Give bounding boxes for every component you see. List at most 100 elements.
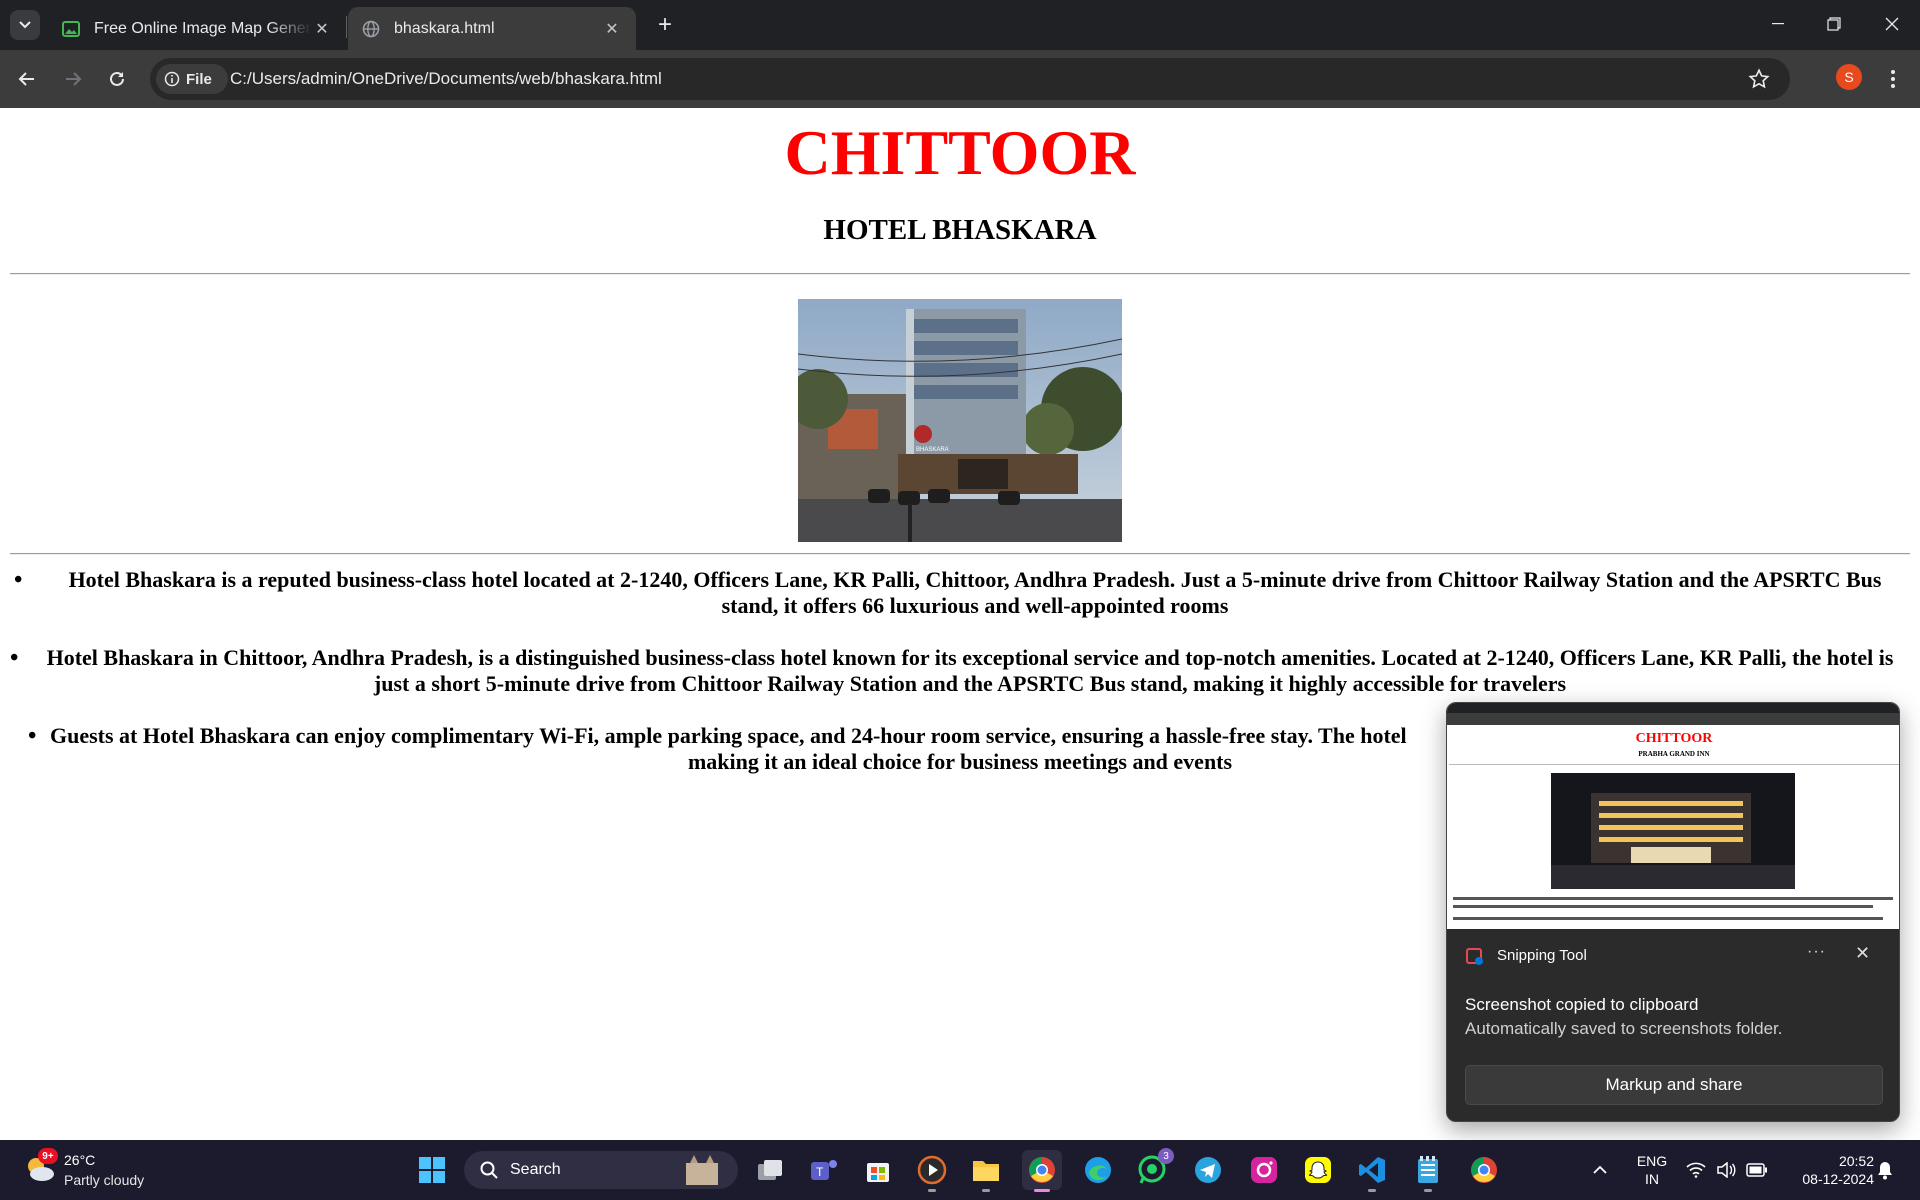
list-item: Hotel Bhaskara in Chittoor, Andhra Prade… — [10, 645, 1910, 697]
snapchat-button[interactable] — [1298, 1150, 1338, 1190]
battery-icon[interactable] — [1746, 1163, 1768, 1177]
notification-body: Automatically saved to screenshots folde… — [1465, 1019, 1783, 1038]
chevron-down-icon — [19, 21, 31, 29]
wifi-icon[interactable] — [1686, 1162, 1706, 1178]
info-icon — [164, 71, 180, 87]
bullet-text: Hotel Bhaskara is a reputed business-cla… — [68, 567, 1882, 618]
telegram-button[interactable] — [1188, 1150, 1228, 1190]
weather-temp: 26°C — [64, 1152, 96, 1168]
weather-widget[interactable]: 9+ 26°C Partly cloudy — [18, 1148, 198, 1192]
close-icon — [1885, 17, 1899, 31]
arrow-right-icon — [66, 72, 82, 86]
snipping-tool-icon — [1466, 948, 1483, 965]
hotel-photo: BHASKARA — [798, 299, 1122, 542]
media-player-button[interactable] — [912, 1150, 952, 1192]
instagram-icon — [1251, 1157, 1277, 1183]
whatsapp-badge: 3 — [1158, 1148, 1174, 1164]
reload-button[interactable] — [100, 62, 134, 96]
divider-bottom — [10, 553, 1910, 555]
tab-search-button[interactable] — [10, 10, 40, 40]
minimize-button[interactable] — [1750, 0, 1806, 48]
instagram-button[interactable] — [1244, 1150, 1284, 1190]
bullet-text: Hotel Bhaskara in Chittoor, Andhra Prade… — [46, 645, 1894, 696]
svg-text:T: T — [816, 1165, 824, 1179]
image-favicon-icon — [62, 20, 80, 37]
chrome-profile-button[interactable] — [1464, 1150, 1504, 1190]
chrome-icon — [1471, 1157, 1497, 1183]
search-icon — [480, 1161, 498, 1179]
taskbar-search[interactable]: Search — [464, 1151, 738, 1189]
notepad-button[interactable] — [1408, 1150, 1448, 1192]
close-window-button[interactable] — [1864, 0, 1920, 48]
windows-taskbar: 9+ 26°C Partly cloudy Search T 3 ENG IN … — [0, 1140, 1920, 1200]
windows-logo-icon — [419, 1157, 445, 1183]
restore-icon — [1827, 17, 1841, 31]
tab-strip: Free Online Image Map Genera ✕ bhaskara.… — [0, 0, 1920, 50]
thumbnail-heading: PRABHA GRAND INN — [1638, 750, 1710, 758]
clock-time: 20:52 — [1838, 1153, 1874, 1169]
chrome-button[interactable] — [1022, 1150, 1062, 1192]
whatsapp-button[interactable]: 3 — [1132, 1148, 1174, 1190]
file-explorer-button[interactable] — [966, 1150, 1006, 1192]
vscode-button[interactable] — [1352, 1150, 1392, 1192]
edge-button[interactable] — [1078, 1150, 1118, 1190]
close-icon[interactable]: ✕ — [312, 19, 332, 39]
browser-toolbar: File C:/Users/admin/OneDrive/Documents/w… — [0, 50, 1920, 108]
media-player-icon — [917, 1155, 947, 1185]
tab-bhaskara[interactable]: bhaskara.html ✕ — [348, 7, 636, 50]
folder-icon — [973, 1161, 999, 1181]
tab-image-map-generator[interactable]: Free Online Image Map Genera ✕ — [48, 7, 346, 50]
search-highlight-icon — [686, 1155, 718, 1185]
start-button[interactable] — [412, 1150, 452, 1190]
arrow-left-icon — [18, 72, 34, 86]
profile-avatar[interactable]: S — [1836, 64, 1862, 90]
bookmark-star-icon[interactable] — [1748, 68, 1770, 90]
search-label: Search — [510, 1161, 561, 1178]
notification-bell-icon[interactable] — [1876, 1160, 1894, 1180]
tab-title: bhaskara.html — [394, 19, 495, 37]
more-options-button[interactable]: ··· — [1807, 943, 1826, 961]
divider-top — [10, 273, 1910, 275]
browser-menu-button[interactable] — [1880, 64, 1906, 94]
microsoft-store-icon — [867, 1163, 889, 1182]
edge-icon — [1085, 1157, 1111, 1183]
volume-icon[interactable] — [1716, 1162, 1736, 1178]
show-hidden-icons-button[interactable] — [1582, 1150, 1618, 1190]
forward-button[interactable] — [56, 62, 90, 96]
notepad-icon — [1418, 1156, 1438, 1183]
thumbnail-title: CHITTOOR — [1635, 731, 1713, 746]
back-button[interactable] — [10, 62, 44, 96]
screenshot-thumbnail[interactable]: CHITTOOR PRABHA GRAND INN — [1447, 703, 1899, 929]
new-tab-button[interactable]: + — [650, 10, 680, 40]
snapchat-icon — [1305, 1157, 1331, 1183]
chrome-icon — [1029, 1157, 1055, 1183]
hotel-heading: HOTEL BHASKARA — [823, 214, 1097, 246]
teams-button[interactable]: T — [804, 1150, 844, 1190]
site-info-chip[interactable]: File — [156, 64, 228, 94]
notification-app-name: Snipping Tool — [1497, 947, 1587, 964]
task-view-button[interactable] — [750, 1150, 790, 1190]
restore-button[interactable] — [1806, 0, 1862, 48]
tab-title: Free Online Image Map Genera — [94, 19, 312, 37]
close-icon[interactable]: ✕ — [602, 19, 622, 39]
telegram-icon — [1195, 1157, 1221, 1183]
snipping-tool-notification[interactable]: CHITTOOR PRABHA GRAND INN Snipping Tool … — [1446, 702, 1900, 1122]
page-title: CHITTOOR — [784, 117, 1136, 188]
reload-icon — [110, 71, 124, 86]
close-icon[interactable]: ✕ — [1855, 943, 1870, 964]
address-bar[interactable]: File C:/Users/admin/OneDrive/Documents/w… — [150, 58, 1790, 100]
globe-icon — [362, 20, 380, 37]
language-indicator[interactable]: ENG IN — [1628, 1152, 1676, 1188]
url-text[interactable]: C:/Users/admin/OneDrive/Documents/web/bh… — [230, 69, 662, 89]
weather-condition: Partly cloudy — [64, 1172, 145, 1188]
teams-icon: T — [811, 1160, 837, 1180]
store-button[interactable] — [858, 1150, 898, 1190]
clock-date: 08-12-2024 — [1802, 1171, 1874, 1187]
clock[interactable]: 20:52 08-12-2024 — [1780, 1152, 1874, 1188]
thumbnail-hotel-photo — [1551, 773, 1795, 889]
weather-badge: 9+ — [38, 1148, 58, 1164]
chip-label: File — [186, 70, 212, 88]
minimize-icon — [1772, 23, 1784, 25]
chevron-up-icon — [1593, 1165, 1607, 1174]
markup-and-share-button[interactable]: Markup and share — [1465, 1065, 1883, 1105]
